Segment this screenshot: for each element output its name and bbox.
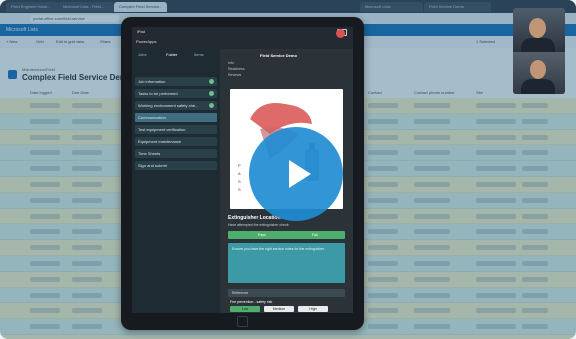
record-icon[interactable] [336,29,345,38]
presenter-face [530,60,546,79]
risk-medium-button[interactable]: Medium [264,306,294,312]
app-bar: PowerApps [132,29,353,49]
nav-item-test-equipment[interactable]: Test equipment verification [135,125,217,134]
svg-text:A: A [238,171,241,176]
nav-item-label: Communication [138,115,166,120]
nav-item-time-sheets[interactable]: Time Sheets [135,149,217,158]
presenter-body [521,38,555,52]
check-icon [209,91,214,96]
svg-text:S: S [238,187,241,192]
pass-option[interactable]: Pass [258,231,266,239]
service-note-text: Ensure you have the right service notes … [232,247,325,251]
svg-text:P: P [238,163,241,168]
tablet-status-bar: iPad [132,27,353,37]
nav-item-tasks[interactable]: Tasks to be performed [135,89,217,98]
header-item-reviews[interactable]: Reviews [228,73,241,77]
nav-item-safety-check[interactable]: Working environment safety che... [135,101,217,110]
service-note-box: Ensure you have the right service notes … [228,243,345,283]
risk-low-button[interactable]: Low [230,306,260,312]
home-button-icon[interactable] [237,316,248,327]
project-title: Field Service Demo [260,53,297,58]
back-button[interactable]: PowerApps [136,39,156,44]
header-item-info[interactable]: Info [228,61,234,65]
nav-item-equipment-maintenance[interactable]: Equipment maintenance [135,137,217,146]
reference-section[interactable]: Reference [228,289,345,297]
presenter-camera-2 [513,52,565,94]
play-icon[interactable] [289,160,311,188]
tab-items[interactable]: Items [194,52,204,57]
check-icon [209,79,214,84]
header-item-readiness[interactable]: Readiness [228,67,245,71]
nav-item-label: Time Sheets [138,151,161,156]
fail-option[interactable]: Fail [312,231,318,239]
carrier-label: iPad [137,29,146,34]
presenter-body [521,79,555,94]
nav-item-label: Sign and submit [138,163,167,168]
nav-item-label: Equipment maintenance [138,139,182,144]
nav-item-label: Test equipment verification [138,127,186,132]
presenter-camera-1 [513,8,565,52]
nav-item-label: Job information [138,79,166,84]
presenter-face [529,18,546,38]
check-icon [209,103,214,108]
extinguisher-title: Extinguisher Location [228,215,281,221]
app-left-pane: Jobs Folder Items Job information Tasks … [132,49,220,313]
nav-item-label: Tasks to be performed [138,91,178,96]
risk-high-button[interactable]: High [298,306,328,312]
nav-item-job-information[interactable]: Job information [135,77,217,86]
svg-text:S: S [238,179,241,184]
video-thumbnail-card: Field Engineer Work... Microsoft Lists -… [0,0,576,339]
fire-prevention-label: Fire prevention - safety risk [230,300,273,304]
nav-item-sign-submit[interactable]: Sign and submit [135,161,217,170]
pass-fail-toggle[interactable]: Pass Fail [228,231,345,239]
tab-folder[interactable]: Folder [166,52,177,57]
extinguisher-subtitle: Have attempted the extinguisher check: [228,223,290,227]
nav-item-communication[interactable]: Communication [135,113,217,122]
tab-jobs[interactable]: Jobs [138,52,146,57]
reference-label: Reference [232,291,249,295]
nav-item-label: Working environment safety che... [138,103,199,108]
webcam-feed [513,8,565,94]
